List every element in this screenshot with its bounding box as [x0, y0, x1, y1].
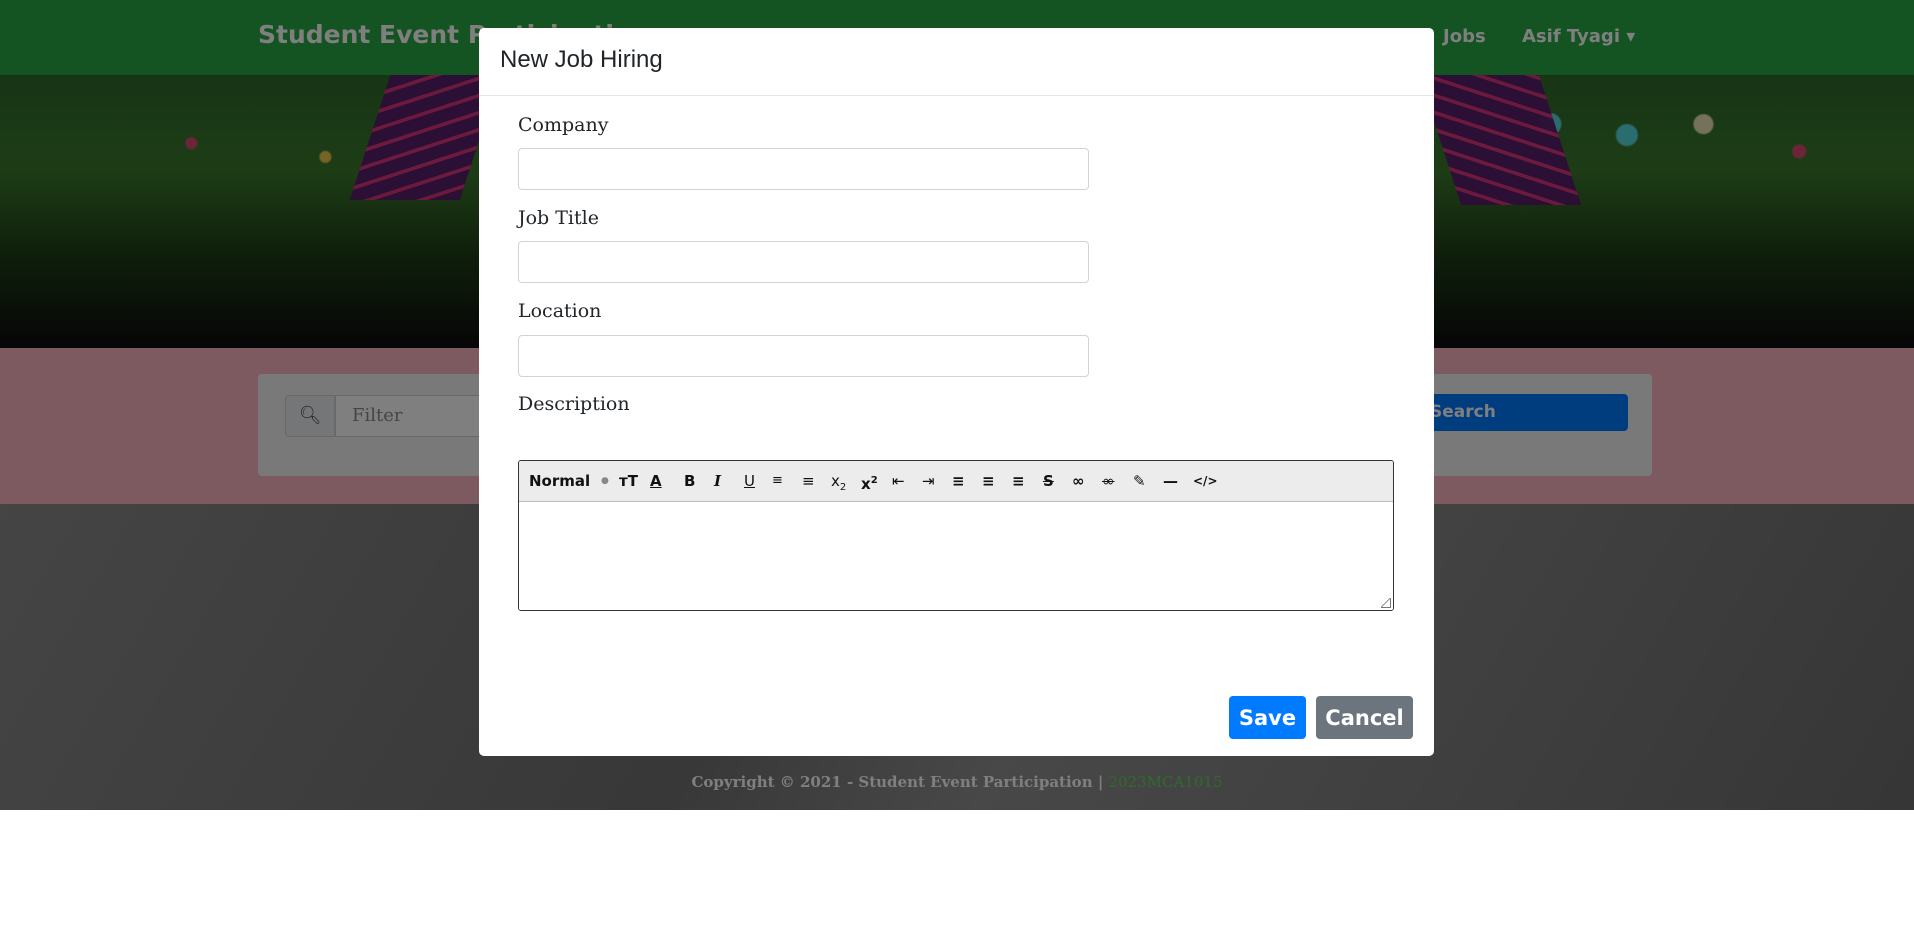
- company-input[interactable]: [518, 148, 1089, 190]
- cancel-button[interactable]: Cancel: [1316, 696, 1413, 739]
- location-input[interactable]: [518, 335, 1089, 377]
- unlink-icon[interactable]: ∞: [1102, 469, 1115, 493]
- highlight-icon[interactable]: ✎: [1133, 469, 1146, 493]
- description-editor: Normal ● тT A B I U ≡ ≡ x2 x2 ⇤ ⇥ ≡ ≡ ≡ …: [518, 460, 1394, 611]
- horizontal-rule-icon[interactable]: —: [1163, 469, 1178, 493]
- save-button[interactable]: Save: [1229, 696, 1306, 739]
- align-center-icon[interactable]: ≡: [982, 469, 995, 493]
- job-title-label: Job Title: [518, 207, 599, 229]
- description-textarea[interactable]: [519, 502, 1393, 610]
- format-select[interactable]: Normal: [529, 469, 590, 493]
- job-title-input[interactable]: [518, 241, 1089, 283]
- resize-handle-icon[interactable]: [1381, 598, 1391, 608]
- code-icon[interactable]: </>: [1193, 469, 1218, 493]
- subscript-icon[interactable]: x2: [831, 469, 846, 493]
- company-label: Company: [518, 114, 609, 136]
- font-color-icon[interactable]: A: [650, 469, 662, 493]
- dropdown-indicator-icon: ●: [601, 476, 609, 486]
- modal-header: New Job Hiring: [479, 28, 1434, 96]
- outdent-icon[interactable]: ⇤: [892, 469, 905, 493]
- editor-toolbar: Normal ● тT A B I U ≡ ≡ x2 x2 ⇤ ⇥ ≡ ≡ ≡ …: [519, 461, 1393, 502]
- link-icon[interactable]: ∞: [1072, 469, 1085, 493]
- new-job-modal: New Job Hiring Company Job Title Locatio…: [479, 28, 1434, 756]
- font-size-icon[interactable]: тT: [619, 469, 638, 493]
- italic-icon[interactable]: I: [714, 469, 721, 493]
- bold-icon[interactable]: B: [684, 469, 695, 493]
- align-right-icon[interactable]: ≡: [1012, 469, 1025, 493]
- align-left-icon[interactable]: ≡: [952, 469, 965, 493]
- ordered-list-icon[interactable]: ≡: [772, 469, 783, 493]
- underline-icon[interactable]: U: [744, 469, 755, 493]
- unordered-list-icon[interactable]: ≡: [802, 469, 815, 493]
- description-label: Description: [518, 393, 630, 415]
- location-label: Location: [518, 300, 602, 322]
- strikethrough-icon[interactable]: S: [1043, 469, 1054, 493]
- modal-title: New Job Hiring: [500, 46, 663, 73]
- indent-icon[interactable]: ⇥: [922, 469, 935, 493]
- superscript-icon[interactable]: x2: [861, 469, 878, 493]
